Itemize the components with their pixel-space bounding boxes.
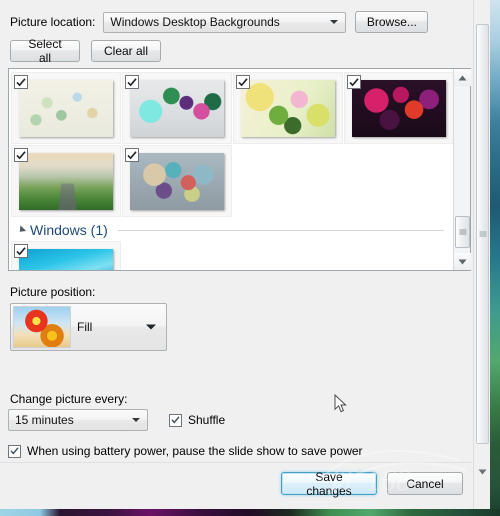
picture-location-value: Windows Desktop Backgrounds <box>110 15 280 29</box>
picture-position-preview <box>13 306 71 348</box>
thumbnail-checkbox[interactable] <box>347 75 361 89</box>
desktop-wallpaper-edge <box>490 0 500 516</box>
picture-position-label: Picture position: <box>10 285 96 299</box>
desktop-background-dialog: Picture location: Windows Desktop Backgr… <box>0 0 472 510</box>
thumbnail-cell[interactable] <box>11 145 121 217</box>
window-vertical-scrollbar[interactable] <box>473 0 490 516</box>
thumbnail-image <box>19 152 113 210</box>
cancel-button[interactable]: Cancel <box>387 472 463 495</box>
thumbnail-image <box>352 79 446 137</box>
battery-pause-label: When using battery power, pause the slid… <box>27 444 363 458</box>
selection-buttons-row: Select all Clear all <box>10 37 161 65</box>
group-header-windows[interactable]: Windows (1) <box>16 219 444 241</box>
thumbnail-checkbox[interactable] <box>14 148 28 162</box>
thumbnail-cell[interactable] <box>122 72 232 144</box>
action-buttons-group: Save changes Cancel <box>281 470 463 498</box>
wallpaper-list-scrollbar[interactable] <box>453 69 471 270</box>
thumbnail-checkbox[interactable] <box>125 75 139 89</box>
chevron-down-icon <box>132 418 140 422</box>
thumbnail-checkbox[interactable] <box>14 75 28 89</box>
window-scrollbar-thumb[interactable] <box>476 24 489 444</box>
picture-position-value: Fill <box>77 320 93 334</box>
wallpaper-list-panel[interactable]: Windows (1) <box>8 68 471 271</box>
thumbnail-cell[interactable] <box>11 241 121 270</box>
thumbnail-checkbox[interactable] <box>236 75 250 89</box>
thumbnail-cell[interactable] <box>11 72 121 144</box>
scrollbar-grip-icon <box>459 228 466 236</box>
shuffle-checkbox[interactable] <box>169 413 182 427</box>
chevron-down-icon <box>146 324 156 330</box>
change-picture-label: Change picture every: <box>10 392 128 406</box>
battery-pause-checkbox[interactable] <box>8 444 21 458</box>
shuffle-option[interactable]: Shuffle <box>169 413 225 427</box>
shuffle-label: Shuffle <box>188 413 226 427</box>
scroll-up-arrow-icon[interactable] <box>454 69 471 86</box>
wallpaper-list-content: Windows (1) <box>9 69 453 270</box>
thumbnail-row-1 <box>11 72 453 144</box>
picture-location-label: Picture location: <box>10 15 96 29</box>
thumbnail-image <box>130 79 224 137</box>
picture-position-dropdown[interactable]: Fill <box>10 303 167 351</box>
thumbnail-image <box>19 79 113 137</box>
thumbnail-image <box>19 248 113 270</box>
picture-location-row: Picture location: Windows Desktop Backgr… <box>10 11 429 33</box>
scroll-down-arrow-icon[interactable] <box>474 463 491 480</box>
thumbnail-cell[interactable] <box>344 72 453 144</box>
clear-all-button[interactable]: Clear all <box>91 40 161 62</box>
chevron-down-icon <box>330 20 339 24</box>
picture-location-dropdown[interactable]: Windows Desktop Backgrounds <box>103 11 347 33</box>
thumbnail-cell[interactable] <box>122 145 232 217</box>
thumbnail-image <box>130 152 224 210</box>
dialog-action-bar: Save changes Cancel <box>0 462 472 504</box>
thumbnail-row-windows <box>11 241 122 270</box>
group-header-label: Windows (1) <box>30 222 108 238</box>
triangle-collapse-icon[interactable] <box>16 225 27 235</box>
scrollbar-grip-icon <box>479 230 486 238</box>
thumbnail-image <box>241 79 335 137</box>
battery-pause-option[interactable]: When using battery power, pause the slid… <box>8 444 363 458</box>
taskbar-strip <box>0 509 500 516</box>
thumbnail-checkbox[interactable] <box>14 244 28 258</box>
change-picture-dropdown[interactable]: 15 minutes <box>8 409 148 431</box>
thumbnail-row-2 <box>11 145 233 217</box>
change-picture-value: 15 minutes <box>15 413 74 427</box>
browse-button[interactable]: Browse... <box>355 11 429 33</box>
save-changes-button[interactable]: Save changes <box>281 470 377 498</box>
group-header-divider <box>117 229 444 231</box>
thumbnail-checkbox[interactable] <box>125 148 139 162</box>
scroll-down-arrow-icon[interactable] <box>454 253 471 270</box>
list-scrollbar-thumb[interactable] <box>455 216 470 248</box>
thumbnail-cell[interactable] <box>233 72 343 144</box>
select-all-button[interactable]: Select all <box>10 37 80 65</box>
